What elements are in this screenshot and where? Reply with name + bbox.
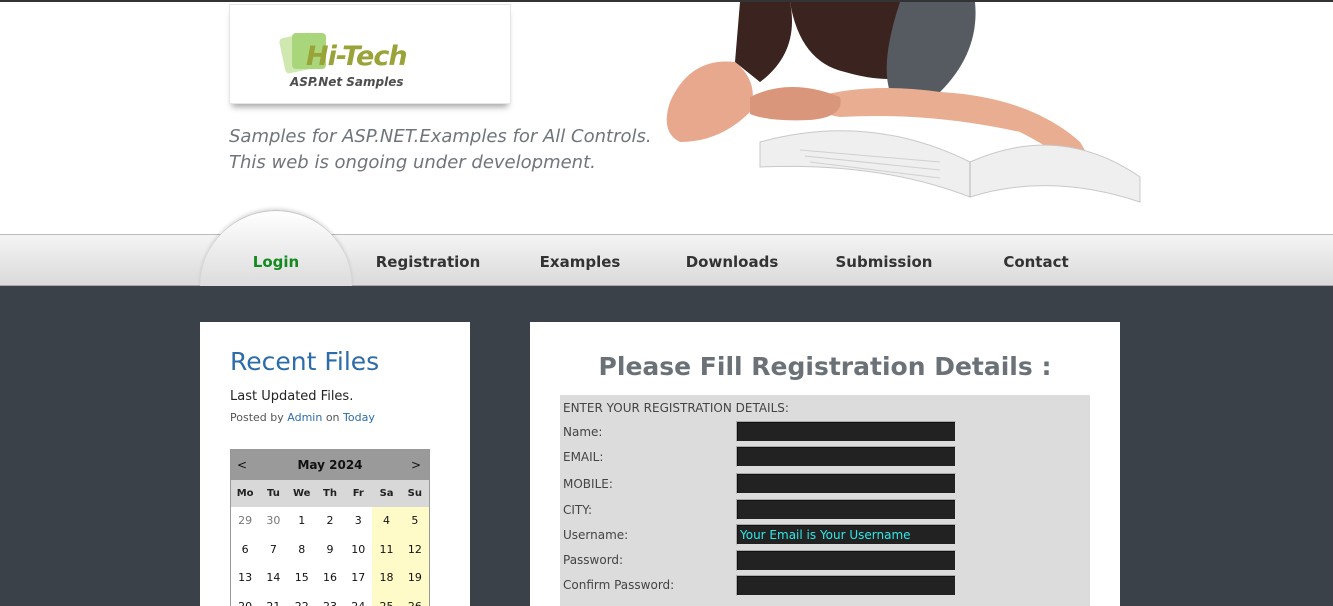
nav-item-examples[interactable]: Examples <box>504 253 656 271</box>
logo-subtitle: ASP.Net Samples <box>290 75 404 89</box>
calendar-day[interactable]: 3 <box>344 507 372 536</box>
username-field[interactable] <box>736 524 956 545</box>
calendar-day[interactable]: 13 <box>231 564 259 593</box>
hero-image <box>666 2 1141 203</box>
calendar-day[interactable]: 29 <box>231 507 259 536</box>
calendar-day[interactable]: 10 <box>344 536 372 565</box>
site-logo[interactable]: Hi-Tech ASP.Net Samples <box>229 4 511 104</box>
password-field[interactable] <box>736 550 956 571</box>
confirm-password-label: Confirm Password: <box>563 578 675 592</box>
registration-title: Please Fill Registration Details : <box>598 352 1052 381</box>
recent-files-panel: Recent Files Last Updated Files. Posted … <box>200 322 470 606</box>
calendar-day[interactable]: 1 <box>288 507 316 536</box>
site-tagline: Samples for ASP.NET.Examples for All Con… <box>229 124 652 176</box>
calendar-day[interactable]: 8 <box>288 536 316 565</box>
posted-prefix: Posted by <box>230 411 284 424</box>
calendar: < May 2024 > Mo Tu We Th Fr Sa Su 29 30 … <box>230 449 430 606</box>
email-label: EMAIL: <box>563 450 604 464</box>
calendar-day[interactable]: 7 <box>259 536 287 565</box>
calendar-day[interactable]: 12 <box>400 535 429 564</box>
calendar-day[interactable]: 9 <box>316 536 344 565</box>
calendar-day[interactable]: 25 <box>372 592 401 606</box>
calendar-week: 6 7 8 9 10 11 12 <box>231 535 429 565</box>
day-header: Fr <box>352 488 364 499</box>
registration-panel: Please Fill Registration Details : ENTER… <box>530 322 1120 606</box>
mobile-label: MOBILE: <box>563 477 613 491</box>
posted-by-line: Posted by Admin on Today <box>230 411 375 424</box>
day-header: We <box>292 488 311 499</box>
name-field[interactable] <box>736 421 956 442</box>
calendar-day[interactable]: 26 <box>400 592 429 606</box>
mobile-field[interactable] <box>736 473 956 494</box>
day-header: Mo <box>236 488 254 499</box>
author-link[interactable]: Admin <box>287 411 322 424</box>
calendar-day[interactable]: 18 <box>372 564 401 593</box>
calendar-day[interactable]: 4 <box>372 507 401 536</box>
password-label: Password: <box>563 553 624 567</box>
recent-files-title: Recent Files <box>230 347 380 376</box>
calendar-day[interactable]: 22 <box>288 593 316 606</box>
nav-item-submission[interactable]: Submission <box>808 253 960 271</box>
calendar-month-title: May 2024 <box>297 458 363 472</box>
form-heading: ENTER YOUR REGISTRATION DETAILS: <box>563 401 789 415</box>
calendar-day[interactable]: 20 <box>231 593 259 606</box>
calendar-week: 20 21 22 23 24 25 26 <box>231 592 429 606</box>
city-field[interactable] <box>736 499 956 520</box>
calendar-day[interactable]: 21 <box>259 593 287 606</box>
calendar-day[interactable]: 19 <box>400 564 429 593</box>
calendar-day[interactable]: 16 <box>316 564 344 593</box>
day-header: Tu <box>267 488 280 499</box>
calendar-day[interactable]: 11 <box>372 535 401 564</box>
tagline-line-1: Samples for ASP.NET.Examples for All Con… <box>229 126 652 147</box>
email-field[interactable] <box>736 446 956 467</box>
recent-files-subtitle: Last Updated Files. <box>230 389 354 404</box>
username-label: Username: <box>563 528 629 542</box>
calendar-day[interactable]: 15 <box>288 564 316 593</box>
calendar-day-headers: Mo Tu We Th Fr Sa Su <box>231 480 429 507</box>
tagline-line-2: This web is ongoing under development. <box>229 152 596 173</box>
posted-on: on <box>325 411 340 424</box>
calendar-day[interactable]: 24 <box>344 593 372 606</box>
nav-item-login[interactable]: Login <box>200 253 352 271</box>
date-link[interactable]: Today <box>343 411 375 424</box>
calendar-week: 13 14 15 16 17 18 19 <box>231 564 429 593</box>
day-header: Su <box>407 488 422 499</box>
registration-form: ENTER YOUR REGISTRATION DETAILS: Name: E… <box>560 395 1090 606</box>
city-label: CITY: <box>563 503 593 517</box>
day-header: Sa <box>379 488 394 499</box>
calendar-day[interactable]: 23 <box>316 593 344 606</box>
nav-item-registration[interactable]: Registration <box>352 253 504 271</box>
calendar-day[interactable]: 14 <box>259 564 287 593</box>
confirm-password-field[interactable] <box>736 575 956 596</box>
nav-item-contact[interactable]: Contact <box>960 253 1112 271</box>
site-header: Hi-Tech ASP.Net Samples Samples for ASP.… <box>0 0 1333 234</box>
calendar-next-month-button[interactable]: > <box>411 458 421 472</box>
logo-title: Hi-Tech <box>306 41 408 72</box>
calendar-header: < May 2024 > <box>231 450 429 480</box>
name-label: Name: <box>563 425 603 439</box>
calendar-day[interactable]: 6 <box>231 536 259 565</box>
calendar-day[interactable]: 5 <box>400 507 429 536</box>
nav-item-downloads[interactable]: Downloads <box>656 253 808 271</box>
calendar-day[interactable]: 2 <box>316 507 344 536</box>
calendar-day[interactable]: 30 <box>259 507 287 536</box>
calendar-day[interactable]: 17 <box>344 564 372 593</box>
calendar-week: 29 30 1 2 3 4 5 <box>231 507 429 536</box>
day-header: Th <box>323 488 337 499</box>
